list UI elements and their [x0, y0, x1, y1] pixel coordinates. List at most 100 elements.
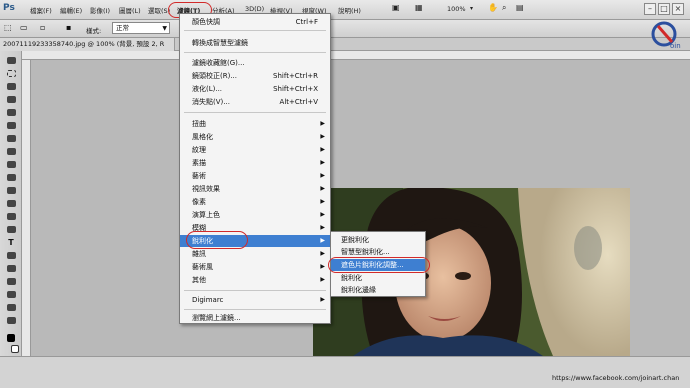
- menu-divider: [184, 30, 326, 31]
- brush-tool-icon[interactable]: [4, 146, 18, 157]
- foreground-color-swatch[interactable]: [4, 332, 18, 343]
- hand-tool-icon[interactable]: ✋: [488, 3, 498, 12]
- antialias-icon[interactable]: ▪: [66, 23, 71, 32]
- eraser-tool-icon[interactable]: [4, 185, 18, 196]
- arrange-icon[interactable]: ▦: [415, 3, 423, 12]
- menu-item-last-filter[interactable]: 顏色快調 Ctrl+F: [180, 16, 330, 28]
- menu-3d[interactable]: 3D(D): [245, 5, 264, 13]
- menu-item-texture[interactable]: 紋理 ▶: [180, 144, 330, 156]
- magic-wand-tool-icon[interactable]: [4, 94, 18, 105]
- menu-layer[interactable]: 圖層(L): [119, 5, 141, 15]
- options-bar: [0, 20, 690, 38]
- zoom-tool-icon[interactable]: ⌕: [502, 3, 506, 13]
- move-tool-icon[interactable]: [4, 55, 18, 66]
- svg-text:oin: oin: [670, 42, 681, 50]
- marquee-tool-icon[interactable]: ⬚: [4, 23, 12, 32]
- menu-divider: [184, 309, 326, 310]
- healing-tool-icon[interactable]: [4, 133, 18, 144]
- submenu-arrow-icon: ▶: [320, 250, 325, 257]
- submenu-arrow-icon: ▶: [320, 237, 325, 244]
- submenu-item-sharpen-more[interactable]: 更銳利化: [331, 234, 425, 246]
- menu-select[interactable]: 選取(S): [148, 5, 170, 15]
- submenu-item-sharpen[interactable]: 銳利化: [331, 272, 425, 284]
- menu-divider: [184, 290, 326, 291]
- zoom-level[interactable]: 100%: [447, 5, 466, 13]
- menu-item-digimarc[interactable]: Digimarc ▶: [180, 294, 330, 306]
- close-icon[interactable]: ×: [672, 3, 684, 15]
- grid-icon[interactable]: ▤: [516, 3, 524, 12]
- document-tab[interactable]: 20071119233358740.jpg @ 100% (背景, 預設 2, …: [0, 38, 175, 51]
- menu-help[interactable]: 說明(H): [338, 5, 361, 15]
- lasso-tool-icon[interactable]: [4, 81, 18, 92]
- channel-logo: oin: [650, 18, 686, 52]
- submenu-arrow-icon: ▶: [320, 172, 325, 179]
- menu-item-brush-strokes[interactable]: 藝術風 ▶: [180, 261, 330, 273]
- menu-item-pixelate[interactable]: 像素 ▶: [180, 196, 330, 208]
- style-label: 樣式:: [86, 27, 102, 35]
- chevron-down-icon: ▼: [162, 25, 167, 32]
- style-select[interactable]: 正常 ▼: [112, 22, 170, 34]
- vertical-ruler: [22, 60, 31, 356]
- pen-tool-icon[interactable]: [4, 224, 18, 235]
- submenu-arrow-icon: ▶: [320, 276, 325, 283]
- menu-item-browse-filters-online[interactable]: 瀏覽網上濾鏡...: [180, 312, 330, 324]
- selection-mode-icon[interactable]: ▭: [20, 23, 28, 32]
- menu-item-filter-gallery[interactable]: 濾鏡收藏館(G)...: [180, 57, 330, 69]
- marquee-tool-icon[interactable]: [4, 68, 18, 79]
- tools-panel: T: [0, 51, 22, 356]
- submenu-arrow-icon: ▶: [320, 146, 325, 153]
- menu-item-stylize[interactable]: 風格化 ▶: [180, 131, 330, 143]
- bridge-icon[interactable]: ▣: [392, 3, 400, 12]
- menu-item-vanishing-point[interactable]: 消失點(V)... Alt+Ctrl+V: [180, 96, 330, 108]
- menu-item-liquify[interactable]: 液化(L)... Shift+Ctrl+X: [180, 83, 330, 95]
- submenu-arrow-icon: ▶: [320, 263, 325, 270]
- menu-item-distort[interactable]: 扭曲 ▶: [180, 118, 330, 130]
- submenu-arrow-icon: ▶: [320, 133, 325, 140]
- menu-item-other[interactable]: 其他 ▶: [180, 274, 330, 286]
- menu-item-video[interactable]: 視訊效果 ▶: [180, 183, 330, 195]
- shape-tool-icon[interactable]: [4, 263, 18, 274]
- menu-item-artistic[interactable]: 藝術 ▶: [180, 170, 330, 182]
- submenu-arrow-icon: ▶: [320, 159, 325, 166]
- filter-menu-dropdown: 顏色快調 Ctrl+F 轉換成智慧型濾鏡 濾鏡收藏館(G)... 鏡頭校正(R).…: [179, 13, 331, 324]
- submenu-arrow-icon: ▶: [320, 211, 325, 218]
- menu-item-sketch[interactable]: 素描 ▶: [180, 157, 330, 169]
- hand-tool-icon[interactable]: [4, 302, 18, 313]
- menu-item-lens-correction[interactable]: 鏡頭校正(R)... Shift+Ctrl+R: [180, 70, 330, 82]
- submenu-item-sharpen-edges[interactable]: 銳利化邊緣: [331, 284, 425, 296]
- menu-item-convert-smart-filters[interactable]: 轉換成智慧型濾鏡: [180, 37, 330, 49]
- 3d-rotate-tool-icon[interactable]: [4, 276, 18, 287]
- zoom-dropdown-icon[interactable]: ▾: [470, 5, 473, 12]
- 3d-camera-tool-icon[interactable]: [4, 289, 18, 300]
- menu-image[interactable]: 影像(I): [90, 5, 110, 15]
- type-tool-icon[interactable]: T: [4, 237, 18, 248]
- menu-item-noise[interactable]: 雜訊 ▶: [180, 248, 330, 260]
- path-selection-tool-icon[interactable]: [4, 250, 18, 261]
- gradient-tool-icon[interactable]: [4, 198, 18, 209]
- facebook-url: https://www.facebook.com/joinart.chan: [552, 374, 680, 382]
- status-bar: [0, 356, 690, 388]
- sharpen-annotation: [186, 231, 248, 249]
- menu-item-render[interactable]: 演算上色 ▶: [180, 209, 330, 221]
- history-brush-tool-icon[interactable]: [4, 172, 18, 183]
- submenu-arrow-icon: ▶: [320, 120, 325, 127]
- menu-divider: [184, 112, 326, 113]
- submenu-arrow-icon: ▶: [320, 198, 325, 205]
- submenu-arrow-icon: ▶: [320, 296, 325, 303]
- zoom-tool-icon[interactable]: [4, 315, 18, 326]
- stamp-tool-icon[interactable]: [4, 159, 18, 170]
- dodge-tool-icon[interactable]: [4, 211, 18, 222]
- horizontal-ruler: [22, 51, 690, 60]
- submenu-arrow-icon: ▶: [320, 185, 325, 192]
- eyedropper-tool-icon[interactable]: [4, 120, 18, 131]
- background-color-swatch[interactable]: [8, 343, 22, 354]
- maximize-icon[interactable]: □: [658, 3, 670, 15]
- menu-divider: [184, 52, 326, 53]
- style-value: 正常: [116, 24, 129, 32]
- menu-edit[interactable]: 編輯(E): [60, 5, 82, 15]
- feather-icon[interactable]: ▫: [40, 23, 45, 32]
- crop-tool-icon[interactable]: [4, 107, 18, 118]
- minimize-icon[interactable]: –: [644, 3, 656, 15]
- menu-file[interactable]: 檔案(F): [30, 5, 52, 15]
- unsharp-mask-annotation: [328, 257, 430, 273]
